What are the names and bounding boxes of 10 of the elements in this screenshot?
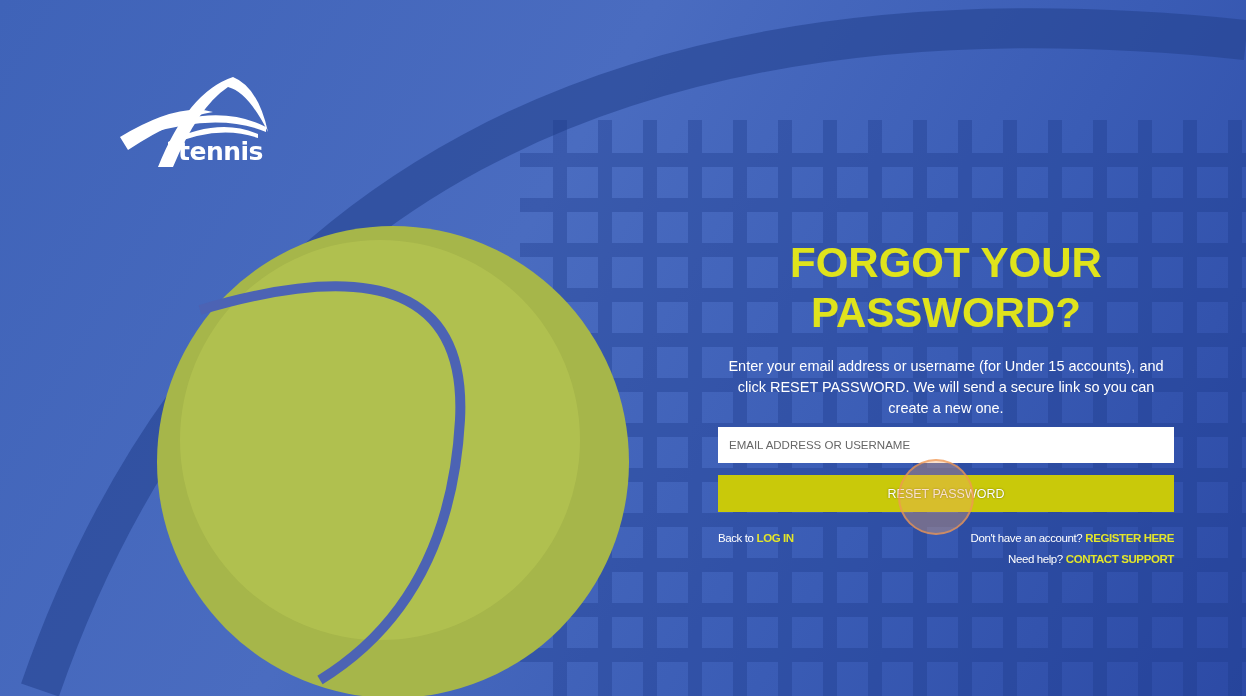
instructions-text: Enter your email address or username (for Under 15 accounts), and click RESET PASSWORD. We will send a secure link so you can create a new one.	[727, 357, 1165, 418]
logo-text: tennis	[178, 137, 263, 166]
link-prefix-text: Don't have an account?	[970, 532, 1083, 544]
text-link[interactable]: CONTACT SUPPORT	[1065, 553, 1174, 565]
page-title: FORGOT YOUR PASSWORD?	[789, 238, 1103, 338]
text-link[interactable]: REGISTER HERE	[1085, 532, 1174, 544]
link-prefix-text: Back to	[718, 532, 754, 544]
email-input-field[interactable]: EMAIL ADDRESS OR USERNAME	[718, 427, 1174, 463]
text-link[interactable]: LOG IN	[756, 532, 794, 544]
link-prefix-text: Need help?	[1008, 553, 1063, 565]
